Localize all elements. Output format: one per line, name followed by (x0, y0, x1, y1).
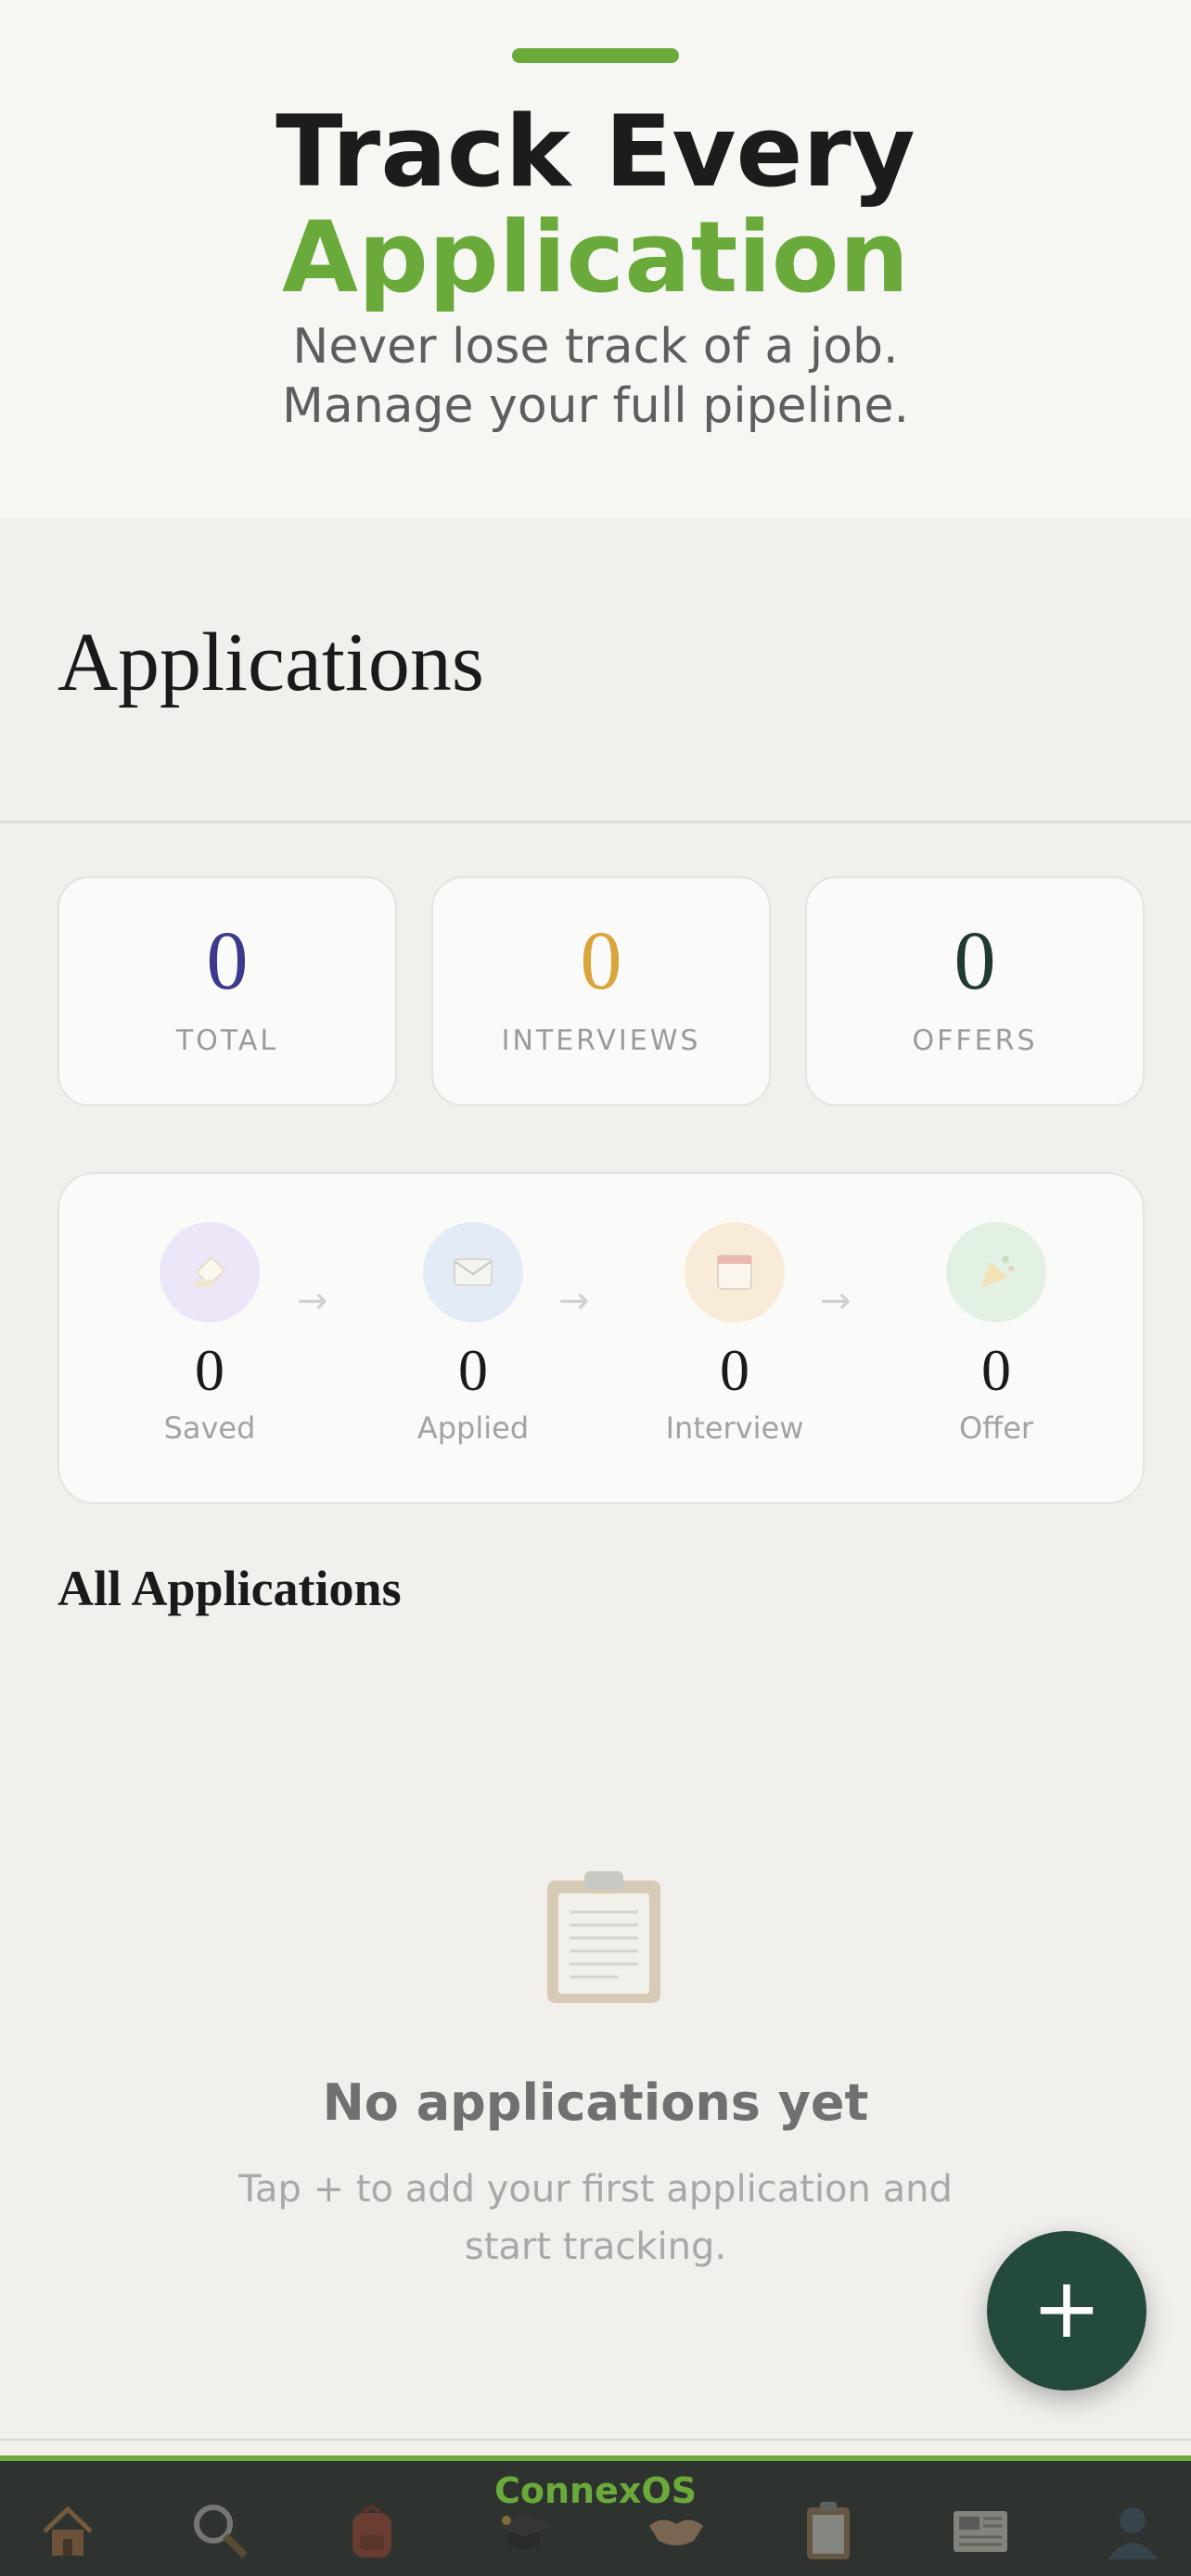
stat-card-interviews: 0 INTERVIEWS (431, 876, 771, 1106)
promo-title-line1: Track Every (275, 95, 916, 209)
pipeline-arrow: → (820, 1280, 852, 1322)
pipeline-interview-label: Interview (665, 1410, 804, 1446)
profile-icon[interactable] (1091, 2489, 1174, 2572)
promo-subtitle-line2: Manage your full pipeline. (281, 378, 910, 434)
add-application-button[interactable]: + (987, 2231, 1146, 2391)
pipeline-offer-count: 0 (981, 1337, 1011, 1403)
stat-total-label: TOTAL (175, 1025, 279, 1057)
pipeline-saved-label: Saved (163, 1410, 256, 1446)
promo-accent-bar (512, 48, 679, 63)
pipeline-stage-offer[interactable]: 0 Offer (903, 1222, 1089, 1447)
backpack-icon[interactable] (330, 2489, 414, 2572)
pipeline-saved-count: 0 (195, 1337, 224, 1403)
clipboard-icon (544, 1868, 664, 2010)
newspaper-icon[interactable] (939, 2489, 1022, 2572)
section-title-all-applications: All Applications (58, 1561, 402, 1616)
promo-subtitle-line1: Never lose track of a job. (292, 319, 899, 375)
party-popper-icon (946, 1222, 1046, 1322)
pipeline-offer-label: Offer (958, 1410, 1034, 1446)
pipeline-stage-interview[interactable]: 0 Interview (642, 1222, 827, 1447)
page-title: Applications (58, 617, 484, 708)
pipeline-stage-saved[interactable]: 0 Saved (117, 1222, 302, 1447)
handshake-icon[interactable] (634, 2489, 718, 2572)
calendar-icon (685, 1222, 785, 1322)
stat-interviews-label: INTERVIEWS (501, 1025, 701, 1057)
pipeline-applied-label: Applied (416, 1410, 530, 1446)
bottom-divider (0, 2439, 1191, 2441)
bottom-tab-bar: ConnexOS (0, 2455, 1191, 2576)
search-icon[interactable] (178, 2489, 262, 2572)
promo-banner: Track Every Application Never lose track… (0, 0, 1191, 517)
envelope-icon (423, 1222, 523, 1322)
pipeline-applied-count: 0 (458, 1337, 488, 1403)
bookmark-icon (160, 1222, 260, 1322)
stat-offers-value: 0 (954, 915, 996, 1007)
stat-interviews-value: 0 (580, 915, 622, 1007)
pipeline-arrow: → (297, 1280, 328, 1322)
pipeline-stage-applied[interactable]: 0 Applied (380, 1222, 566, 1447)
stat-card-offers: 0 OFFERS (805, 876, 1145, 1106)
empty-state-line1: Tap + to add your first application and (238, 2168, 953, 2211)
pipeline-interview-count: 0 (720, 1337, 749, 1403)
promo-title-line2: Application (281, 200, 910, 314)
home-icon[interactable] (26, 2489, 109, 2572)
clipboard-nav-icon[interactable] (787, 2489, 870, 2572)
pipeline-card: 0 Saved → 0 Applied → 0 Interview → 0 Of… (58, 1172, 1145, 1504)
stat-total-value: 0 (206, 915, 249, 1007)
pipeline-arrow: → (558, 1280, 590, 1322)
stat-offers-label: OFFERS (912, 1025, 1038, 1057)
stat-card-total: 0 TOTAL (58, 876, 397, 1106)
empty-state-title: No applications yet (322, 2073, 869, 2132)
header-divider (0, 821, 1191, 823)
graduation-cap-icon[interactable] (482, 2489, 566, 2572)
